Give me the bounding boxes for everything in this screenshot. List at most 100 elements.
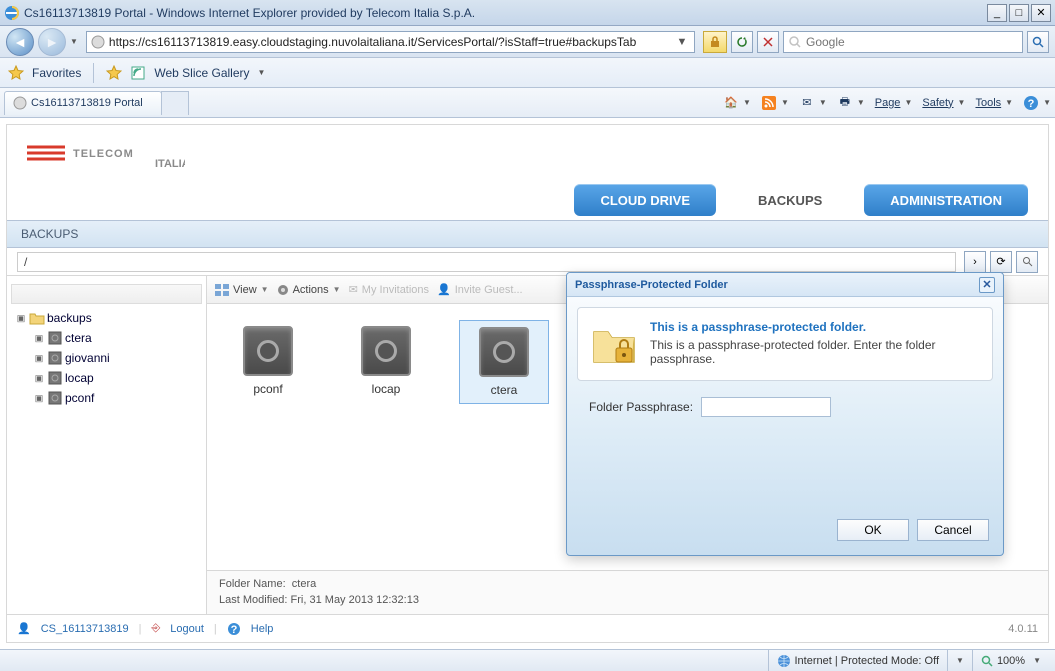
tree-expand-icon[interactable]: ▣: [33, 393, 45, 404]
dialog-heading: This is a passphrase-protected folder.: [650, 320, 980, 334]
new-tab-button[interactable]: [161, 91, 189, 115]
tools-menu[interactable]: Tools▼: [975, 97, 1013, 109]
tree-expand-icon[interactable]: ▣: [33, 353, 45, 364]
print-icon: 🖶: [837, 95, 853, 111]
tab-title: Cs16113713819 Portal: [31, 97, 143, 109]
item-label: pconf: [253, 382, 282, 396]
zoom-level[interactable]: 100% ▼: [972, 650, 1049, 671]
item-label: locap: [372, 382, 401, 396]
safe-icon: [47, 351, 63, 365]
print-menu[interactable]: 🖶▼: [837, 95, 865, 111]
tree-label: ctera: [65, 331, 92, 345]
app-footer: 👤 CS_16113713819 | ⎆ Logout | ? Help 4.0…: [7, 614, 1048, 642]
tree-collapse-icon[interactable]: ▣: [15, 313, 27, 324]
browser-search-box[interactable]: [783, 31, 1023, 53]
page-menu[interactable]: Page▼: [875, 97, 913, 109]
ie-status-bar: Internet | Protected Mode: Off ▼ 100% ▼: [0, 649, 1055, 671]
tree-group-header[interactable]: [11, 284, 202, 304]
item-ctera[interactable]: ctera: [459, 320, 549, 404]
security-zone[interactable]: Internet | Protected Mode: Off: [768, 650, 948, 671]
separator: [93, 63, 94, 83]
help-icon: ?: [227, 622, 241, 636]
help-menu[interactable]: ?▼: [1023, 95, 1051, 111]
url-dropdown[interactable]: ▼: [674, 36, 690, 48]
suggested-sites-icon[interactable]: [106, 65, 122, 81]
command-bar: Cs16113713819 Portal 🏠▼ ▼ ✉▼ 🖶▼ Page▼ Sa…: [0, 88, 1055, 118]
minimize-button[interactable]: _: [987, 4, 1007, 22]
browser-tab[interactable]: Cs16113713819 Portal: [4, 91, 162, 115]
favorites-label[interactable]: Favorites: [32, 66, 81, 80]
browser-search-input[interactable]: [806, 35, 1018, 49]
mail-menu[interactable]: ✉▼: [799, 95, 827, 111]
webslice-gallery-link[interactable]: Web Slice Gallery: [154, 66, 249, 80]
tree-item-ctera[interactable]: ▣ ctera: [29, 328, 202, 348]
dialog-titlebar[interactable]: Passphrase-Protected Folder ✕: [567, 273, 1003, 297]
maximize-button[interactable]: □: [1009, 4, 1029, 22]
nav-administration[interactable]: ADMINISTRATION: [864, 184, 1028, 216]
nav-history-dropdown[interactable]: ▼: [70, 37, 78, 46]
forward-button[interactable]: ►: [38, 28, 66, 56]
ok-button[interactable]: OK: [837, 519, 909, 541]
passphrase-label: Folder Passphrase:: [589, 400, 693, 414]
close-window-button[interactable]: ✕: [1031, 4, 1051, 22]
logout-link[interactable]: Logout: [170, 623, 204, 635]
item-locap[interactable]: locap: [341, 320, 431, 402]
item-pconf[interactable]: pconf: [223, 320, 313, 402]
grid-icon: [215, 284, 229, 296]
last-modified-label: Last Modified:: [219, 594, 287, 606]
path-input[interactable]: [17, 252, 956, 272]
path-go-button[interactable]: ›: [964, 251, 986, 273]
dialog-message-box: This is a passphrase-protected folder. T…: [577, 307, 993, 381]
tree-item-locap[interactable]: ▣ locap: [29, 368, 202, 388]
globe-icon: [777, 654, 791, 668]
tree-item-giovanni[interactable]: ▣ giovanni: [29, 348, 202, 368]
last-modified-value: Fri, 31 May 2013 12:32:13: [291, 594, 419, 606]
passphrase-dialog: Passphrase-Protected Folder ✕ This is a …: [566, 272, 1004, 556]
refresh-button[interactable]: [731, 31, 753, 53]
user-link[interactable]: CS_16113713819: [41, 623, 129, 635]
browser-navbar: ◄ ► ▼ https://cs16113713819.easy.cloudst…: [0, 26, 1055, 58]
svg-text:ITALIA: ITALIA: [155, 158, 185, 170]
webslice-dropdown[interactable]: ▼: [258, 68, 266, 77]
tree-root[interactable]: ▣ backups: [11, 308, 202, 328]
safety-menu[interactable]: Safety▼: [922, 97, 965, 109]
security-zone-text: Internet | Protected Mode: Off: [795, 655, 940, 667]
selection-details: Folder Name: ctera Last Modified: Fri, 3…: [207, 570, 1048, 614]
safe-icon: [47, 391, 63, 405]
gear-icon: [277, 284, 289, 296]
path-search-button[interactable]: [1016, 251, 1038, 273]
stop-button[interactable]: [757, 31, 779, 53]
tree-label: pconf: [65, 391, 94, 405]
tree-expand-icon[interactable]: ▣: [33, 333, 45, 344]
item-label: ctera: [491, 383, 518, 397]
tree-item-pconf[interactable]: ▣ pconf: [29, 388, 202, 408]
help-icon: ?: [1023, 95, 1039, 111]
feeds-menu[interactable]: ▼: [761, 95, 789, 111]
dialog-close-button[interactable]: ✕: [979, 277, 995, 293]
nav-cloud-drive[interactable]: CLOUD DRIVE: [574, 184, 716, 216]
address-bar[interactable]: https://cs16113713819.easy.cloudstaging.…: [86, 31, 695, 53]
dialog-body: Folder Passphrase:: [567, 391, 1003, 423]
back-button[interactable]: ◄: [6, 28, 34, 56]
actions-menu[interactable]: Actions▼: [277, 284, 341, 296]
safe-icon: [47, 371, 63, 385]
nav-backups[interactable]: BACKUPS: [732, 184, 848, 216]
svg-text:TELECOM: TELECOM: [73, 148, 134, 160]
version-label: 4.0.11: [1008, 623, 1038, 635]
help-link[interactable]: Help: [251, 623, 274, 635]
favorites-star-icon[interactable]: [8, 65, 24, 81]
path-refresh-button[interactable]: ⟳: [990, 251, 1012, 273]
search-go-button[interactable]: [1027, 31, 1049, 53]
cancel-button[interactable]: Cancel: [917, 519, 989, 541]
home-menu[interactable]: 🏠▼: [723, 95, 751, 111]
locked-folder-icon: [590, 320, 638, 368]
site-favicon-icon: [91, 35, 105, 49]
view-menu[interactable]: View▼: [215, 284, 269, 296]
url-text: https://cs16113713819.easy.cloudstaging.…: [109, 35, 674, 49]
ssl-lock-icon[interactable]: [703, 31, 727, 53]
tree-expand-icon[interactable]: ▣: [33, 373, 45, 384]
tree-label: giovanni: [65, 351, 110, 365]
passphrase-input[interactable]: [701, 397, 831, 417]
rss-icon: [761, 95, 777, 111]
zoom-control[interactable]: ▼: [947, 650, 972, 671]
